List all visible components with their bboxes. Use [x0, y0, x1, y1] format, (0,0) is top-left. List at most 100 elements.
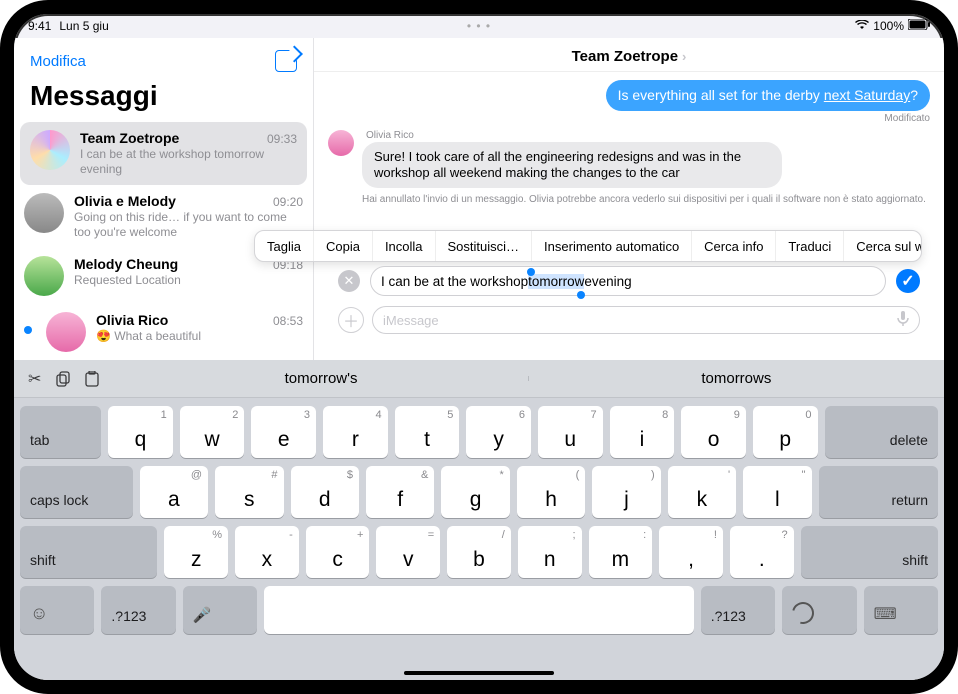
copy-icon[interactable]: [55, 371, 71, 387]
key-e[interactable]: e3: [251, 406, 316, 458]
key-s[interactable]: s#: [215, 466, 283, 518]
wifi-icon: [855, 19, 869, 33]
key-delete[interactable]: delete: [825, 406, 938, 458]
key-j[interactable]: j): [592, 466, 660, 518]
key-return[interactable]: return: [819, 466, 938, 518]
system-note: Hai annullato l'invio di un messaggio. O…: [362, 194, 930, 205]
cancel-edit-button[interactable]: ✕: [338, 270, 360, 292]
key-,[interactable]: ,!: [659, 526, 723, 578]
key-b[interactable]: b/: [447, 526, 511, 578]
battery-percent: 100%: [873, 19, 904, 33]
avatar: [328, 130, 354, 156]
conversation-row[interactable]: Team Zoetrope 09:33 I can be at the work…: [20, 122, 307, 185]
prediction[interactable]: tomorrow's: [113, 370, 528, 387]
key-l[interactable]: l": [743, 466, 811, 518]
multitask-dots[interactable]: • • •: [467, 19, 491, 33]
conversation-name: Melody Cheung: [74, 256, 178, 272]
confirm-edit-button[interactable]: ✓: [896, 269, 920, 293]
key-x[interactable]: x-: [235, 526, 299, 578]
status-time: 9:41: [28, 19, 51, 33]
key-k[interactable]: k': [668, 466, 736, 518]
ctx-lookup[interactable]: Cerca info: [692, 231, 776, 261]
avatar: [24, 256, 64, 296]
key-a[interactable]: a@: [140, 466, 208, 518]
key-t[interactable]: t5: [395, 406, 460, 458]
key-n[interactable]: n;: [518, 526, 582, 578]
outgoing-message[interactable]: Is everything all set for the derby next…: [606, 80, 930, 111]
compose-button[interactable]: [275, 50, 297, 72]
key-shift-left[interactable]: shift: [20, 526, 157, 578]
conversation-name: Olivia Rico: [96, 312, 168, 328]
conversation-name: Olivia e Melody: [74, 193, 176, 209]
chevron-right-icon: ›: [682, 49, 686, 64]
conversation-preview: Requested Location: [74, 273, 303, 288]
incoming-message[interactable]: Sure! I took care of all the engineering…: [362, 142, 782, 189]
avatar: [30, 130, 70, 170]
avatar: [46, 312, 86, 352]
key-q[interactable]: q1: [108, 406, 173, 458]
key-i[interactable]: i8: [610, 406, 675, 458]
paste-icon[interactable]: [85, 371, 99, 387]
key-dictate[interactable]: [183, 586, 257, 634]
key-w[interactable]: w2: [180, 406, 245, 458]
key-numsym-left[interactable]: .?123: [101, 586, 175, 634]
edit-button[interactable]: Modifica: [30, 53, 86, 70]
ctx-copy[interactable]: Copia: [314, 231, 373, 261]
key-m[interactable]: m:: [589, 526, 653, 578]
key-numsym-right[interactable]: .?123: [701, 586, 775, 634]
key-shift-right[interactable]: shift: [801, 526, 938, 578]
keyboard-icon: [874, 604, 897, 624]
status-bar: 9:41 Lun 5 giu • • • 100%: [14, 14, 944, 38]
key-f[interactable]: f&: [366, 466, 434, 518]
key-o[interactable]: o9: [681, 406, 746, 458]
key-space[interactable]: [264, 586, 693, 634]
key-c[interactable]: c+: [306, 526, 370, 578]
chat-title: Team Zoetrope: [572, 48, 678, 65]
ctx-autofill[interactable]: Inserimento automatico: [532, 231, 692, 261]
mic-icon: [193, 606, 212, 624]
chat-header[interactable]: Team Zoetrope ›: [314, 38, 944, 72]
status-date: Lun 5 giu: [59, 19, 108, 33]
avatar: [24, 193, 64, 233]
conversation-time: 09:20: [273, 195, 303, 209]
ctx-translate[interactable]: Traduci: [776, 231, 844, 261]
key-capslock[interactable]: caps lock: [20, 466, 133, 518]
key-d[interactable]: d$: [291, 466, 359, 518]
key-scribble[interactable]: [782, 586, 856, 634]
home-indicator[interactable]: [404, 671, 554, 675]
key-y[interactable]: y6: [466, 406, 531, 458]
key-z[interactable]: z%: [164, 526, 228, 578]
key-u[interactable]: u7: [538, 406, 603, 458]
ctx-cut[interactable]: Taglia: [255, 231, 314, 261]
key-tab[interactable]: tab: [20, 406, 101, 458]
onscreen-keyboard: ✂ tomorrow's tomorrows tab q1w2e3r4t5y6u…: [14, 360, 944, 680]
key-v[interactable]: v=: [376, 526, 440, 578]
ctx-paste[interactable]: Incolla: [373, 231, 436, 261]
cut-icon[interactable]: ✂: [28, 369, 41, 389]
edit-message-input[interactable]: I can be at the workshop tomorrow evenin…: [370, 266, 886, 296]
conversation-time: 09:33: [267, 132, 297, 146]
dictate-icon[interactable]: [897, 311, 909, 330]
key-.[interactable]: .?: [730, 526, 794, 578]
prediction[interactable]: tomorrows: [529, 370, 944, 387]
key-emoji[interactable]: [20, 586, 94, 634]
imessage-input[interactable]: iMessage: [372, 306, 920, 334]
page-title: Messaggi: [14, 76, 313, 122]
ctx-searchweb[interactable]: Cerca sul web: [844, 231, 922, 261]
key-r[interactable]: r4: [323, 406, 388, 458]
key-hide-keyboard[interactable]: [864, 586, 938, 634]
battery-icon: [908, 19, 930, 33]
key-g[interactable]: g*: [441, 466, 509, 518]
unread-dot: [24, 326, 32, 334]
key-h[interactable]: h(: [517, 466, 585, 518]
key-p[interactable]: p0: [753, 406, 818, 458]
conversation-row[interactable]: Olivia Rico 08:53 😍 What a beautiful: [14, 304, 313, 360]
sender-name: Olivia Rico: [366, 130, 782, 141]
attach-button[interactable]: ＋: [338, 307, 364, 333]
edited-label: Modificato: [884, 113, 930, 124]
imessage-placeholder: iMessage: [383, 313, 439, 328]
conversation-preview: I can be at the workshop tomorrow evenin…: [80, 147, 297, 177]
emoji-icon: [30, 603, 48, 624]
conversation-name: Team Zoetrope: [80, 130, 179, 146]
ctx-replace[interactable]: Sostituisci…: [436, 231, 533, 261]
